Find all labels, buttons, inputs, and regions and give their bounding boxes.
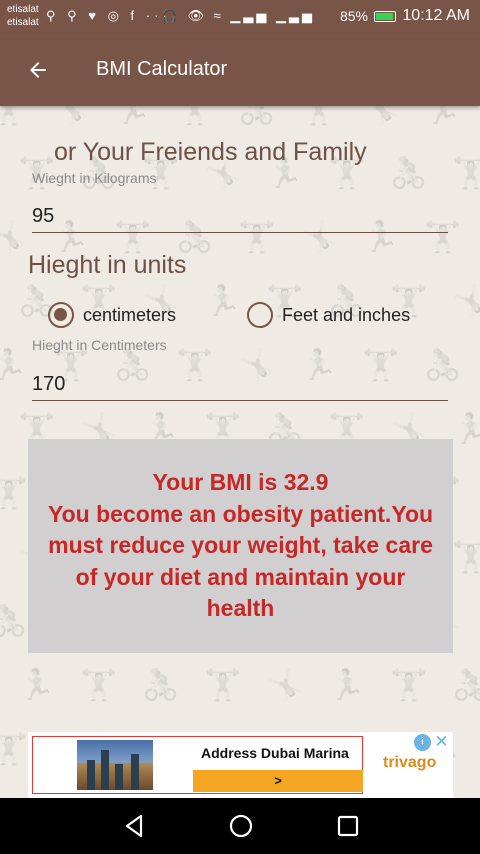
background-figure-icon: 🏃 (424, 106, 462, 126)
nav-back-icon[interactable] (120, 812, 148, 840)
ad-banner[interactable]: Address Dubai Marina > trivago i ✕ (28, 732, 453, 798)
ad-brand-logo: trivago (383, 754, 437, 771)
background-figure-icon: 🚴 (390, 157, 428, 190)
ad-content[interactable]: Address Dubai Marina > (32, 736, 363, 794)
background-figure-icon: 🚴 (238, 106, 276, 126)
subtitle: or Your Freiends and Family (54, 138, 367, 166)
radio-centimeters-label: centimeters (83, 304, 177, 325)
bmi-result-text: Your BMI is 32.9 You become an obesity p… (47, 469, 434, 622)
background-figure-icon: 🚴 (142, 669, 180, 702)
system-nav-bar (0, 798, 480, 854)
background-figure-icon: 🏋 (300, 106, 338, 126)
weight-input[interactable]: 95 (32, 199, 448, 233)
app-bar: BMI Calculator (0, 34, 480, 106)
background-figure-icon: 🏋 (452, 157, 480, 190)
background-figure-icon: 🏃 (0, 349, 28, 382)
background-figure-icon: 🤸 (452, 285, 480, 318)
radio-feet-inches[interactable]: Feet and inches (247, 302, 410, 328)
radio-selected-icon (48, 302, 74, 328)
clock: 10:12 AM (402, 7, 470, 24)
nav-recents-icon[interactable] (334, 812, 362, 840)
background-figure-icon: 🏋 (452, 541, 480, 574)
nav-home-icon[interactable] (227, 812, 255, 840)
background-figure-icon: 🤸 (362, 106, 400, 126)
weight-label: Wieght in Kilograms (32, 170, 157, 186)
battery-percent: 85% (339, 8, 368, 24)
ad-hotel-image (77, 740, 153, 790)
close-icon[interactable]: ✕ (433, 733, 450, 750)
arrow-back-icon (30, 62, 46, 78)
status-bar: etisalat etisalat ⚲ ⚲ ♥ ◎ f ··· 🎧 👁 ≈ ▁▃… (0, 0, 480, 34)
system-icons: 🎧 👁 ≈ ▁▃▅ ▁▃▅ (161, 8, 315, 23)
background-figure-icon: 🤸 (52, 106, 90, 126)
radio-unselected-icon (247, 302, 273, 328)
background-figure-icon: 🏋 (80, 669, 118, 702)
ad-cta-button[interactable]: > (193, 770, 363, 792)
carrier-label-1: etisalat (7, 4, 39, 15)
background-figure-icon: 🏃 (114, 106, 152, 126)
app-title: BMI Calculator (96, 58, 228, 80)
battery-icon (374, 11, 396, 22)
background-figure-icon: 🏃 (452, 413, 480, 446)
background-figure-icon: 🏃 (204, 285, 242, 318)
ad-title: Address Dubai Marina (201, 745, 349, 761)
background-figure-icon: 🏋 (0, 106, 28, 126)
notification-icons: ⚲ ⚲ ♥ ◎ f ··· (46, 8, 171, 23)
radio-feet-inches-label: Feet and inches (282, 304, 411, 325)
height-label: Hieght in Centimeters (32, 337, 167, 353)
background-figure-icon: 🏋 (176, 106, 214, 126)
height-units-heading: Hieght in units (28, 251, 187, 279)
background-figure-icon: 🚴 (0, 605, 28, 638)
background-figure-icon: 🏋 (0, 477, 28, 510)
carrier-label-2: etisalat (7, 17, 39, 28)
info-icon[interactable]: i (414, 734, 431, 751)
background-figure-icon: 🏋 (204, 669, 242, 702)
background-figure-icon: 🏃 (18, 669, 56, 702)
back-button[interactable] (20, 52, 56, 88)
main-content: 🏋 🤸 🏃 🏋 🚴 🏋 🤸 🏃 🏋 🚴 🏋 🤸 🏃 🏋 🚴 🏋 🤸 🏃 🏋 🚴 🏋 🤸 🏃 🏋 🚴 🏋 🤸 🏃 🏋 🚴 🏋 🤸 🏃 🏋 🚴 🏋 🤸 🏃 🏋 🚴… (0, 106, 480, 798)
background-figure-icon: 🏃 (328, 669, 366, 702)
background-figure-icon: 🤸 (266, 669, 304, 702)
result-box: Your BMI is 32.9 You become an obesity p… (28, 439, 453, 653)
background-figure-icon: 🏋 (390, 669, 428, 702)
background-figure-icon: 🚴 (452, 669, 480, 702)
height-input[interactable]: 170 (32, 367, 448, 401)
background-figure-icon: 🏋 (0, 733, 28, 766)
radio-centimeters[interactable]: centimeters (48, 302, 176, 328)
background-figure-icon: 🤸 (0, 221, 28, 254)
